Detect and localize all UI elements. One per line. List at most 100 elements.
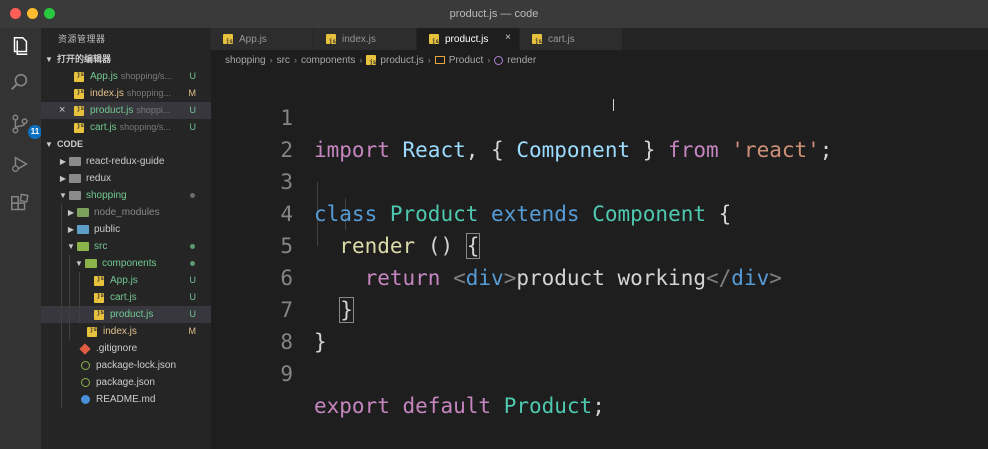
tree-folder[interactable]: ▼ shopping [41, 187, 211, 204]
tab-app-js[interactable]: App.js [211, 28, 314, 50]
code-editor[interactable]: 1 import React, { Component } from 'reac… [211, 70, 988, 449]
tree-folder[interactable]: ▼ src [41, 238, 211, 255]
git-file-icon [79, 342, 91, 355]
git-status: U [189, 309, 197, 319]
npm-file-icon [79, 378, 91, 388]
tree-folder[interactable]: ▶ node_modules [41, 204, 211, 221]
tree-file[interactable]: package-lock.json [41, 357, 211, 374]
breadcrumb-separator: › [269, 55, 273, 65]
open-editor-item[interactable]: cart.js shopping/s... U [41, 119, 211, 136]
breadcrumb-item[interactable]: src [277, 55, 290, 66]
tree-file[interactable]: README.md [41, 391, 211, 408]
js-file-icon [86, 323, 98, 338]
chevron-down-icon: ▼ [45, 140, 53, 149]
code-line: 7 } [280, 298, 327, 354]
method-symbol-icon [494, 55, 504, 65]
tree-file[interactable]: App.js U [41, 272, 211, 289]
chevron-right-icon: ▶ [59, 174, 67, 183]
folder-icon [69, 174, 81, 184]
js-file-icon [73, 102, 85, 117]
tab-product-js[interactable]: product.js × [417, 28, 520, 50]
tree-folder[interactable]: ▶ react-redux-guide [41, 153, 211, 170]
git-status: U [189, 105, 197, 115]
activity-bar: 11 [0, 28, 42, 449]
breadcrumb-separator: › [487, 55, 491, 65]
folder-icon [69, 157, 81, 167]
source-control-icon[interactable]: 11 [8, 112, 42, 139]
tree-file[interactable]: cart.js U [41, 289, 211, 306]
class-symbol-icon [434, 56, 445, 64]
info-icon [79, 395, 91, 405]
breadcrumb-symbol[interactable]: render [494, 55, 536, 66]
code-line: 1 import React, { Component } from 'reac… [280, 106, 833, 162]
code-line: 9 export default Product; [280, 362, 605, 418]
git-status: M [188, 88, 197, 98]
breadcrumb-separator: › [359, 55, 363, 65]
js-file-icon [93, 306, 105, 321]
open-editor-item[interactable]: App.js shopping/s... U [41, 68, 211, 85]
editor-tabs: App.js index.js product.js × cart.js [211, 28, 988, 50]
breadcrumb: shopping › src › components › product.js… [211, 50, 988, 70]
tab-cart-js[interactable]: cart.js [520, 28, 623, 50]
tree-file[interactable]: package.json [41, 374, 211, 391]
tree-folder[interactable]: ▶ redux [41, 170, 211, 187]
code-line: 5 return <div>product working</div> [280, 234, 782, 290]
js-file-icon [73, 85, 85, 100]
code-line: 6 } [280, 266, 354, 323]
untracked-dot [190, 244, 195, 249]
folder-open-icon [69, 191, 81, 201]
explorer-icon[interactable] [8, 34, 32, 58]
git-status: U [189, 71, 197, 81]
tree-folder[interactable]: ▶ public [41, 221, 211, 238]
js-file-icon [429, 34, 439, 45]
tree-file-active[interactable]: product.js U [41, 306, 211, 323]
code-line: 2 [280, 138, 293, 162]
code-line: 8 [280, 330, 293, 354]
chevron-right-icon: ▶ [67, 208, 75, 217]
node-folder-icon [77, 208, 89, 218]
components-folder-icon [85, 259, 97, 269]
open-editor-item-active[interactable]: × product.js shoppi... U [41, 102, 211, 119]
window-title: product.js — code [449, 8, 539, 20]
breadcrumb-separator: › [293, 55, 297, 65]
git-status: U [189, 122, 197, 132]
js-file-icon [223, 34, 233, 45]
tree-folder[interactable]: ▼ components [41, 255, 211, 272]
js-file-icon [73, 68, 85, 83]
js-file-icon [93, 272, 105, 287]
git-status: M [188, 326, 197, 336]
chevron-right-icon: ▶ [67, 225, 75, 234]
npm-file-icon [79, 361, 91, 371]
close-editor-icon[interactable]: × [59, 102, 73, 119]
open-editor-item[interactable]: index.js shopping... M [41, 85, 211, 102]
breadcrumb-item[interactable]: components [301, 55, 355, 66]
explorer-title: 资源管理器 [58, 34, 106, 44]
src-folder-icon [77, 242, 89, 252]
close-tab-icon[interactable]: × [505, 32, 511, 43]
open-editors-header[interactable]: ▼ 打开的编辑器 [41, 51, 211, 68]
tab-index-js[interactable]: index.js [314, 28, 417, 50]
extensions-icon[interactable] [8, 192, 32, 216]
public-folder-icon [77, 225, 89, 235]
debug-icon[interactable] [8, 152, 32, 176]
breadcrumb-file[interactable]: product.js [366, 55, 424, 66]
tree-file[interactable]: .gitignore [41, 340, 211, 357]
git-status: U [189, 292, 197, 302]
breadcrumb-symbol[interactable]: Product [434, 55, 483, 66]
chevron-down-icon: ▼ [45, 55, 53, 64]
source-control-badge: 11 [28, 125, 42, 139]
breadcrumb-separator: › [427, 55, 431, 65]
js-file-icon [73, 119, 85, 134]
chevron-right-icon: ▶ [59, 157, 67, 166]
breadcrumb-item[interactable]: shopping [225, 55, 266, 66]
search-icon[interactable] [8, 70, 32, 94]
chevron-down-icon: ▼ [75, 259, 83, 268]
chevron-down-icon: ▼ [59, 191, 67, 200]
workspace-header[interactable]: ▼ CODE [41, 136, 211, 153]
title-bar: product.js — code [0, 0, 988, 28]
tree-file[interactable]: index.js M [41, 323, 211, 340]
git-status: U [189, 275, 197, 285]
untracked-dot [190, 261, 195, 266]
modified-dot [190, 193, 195, 198]
js-file-icon [93, 289, 105, 304]
